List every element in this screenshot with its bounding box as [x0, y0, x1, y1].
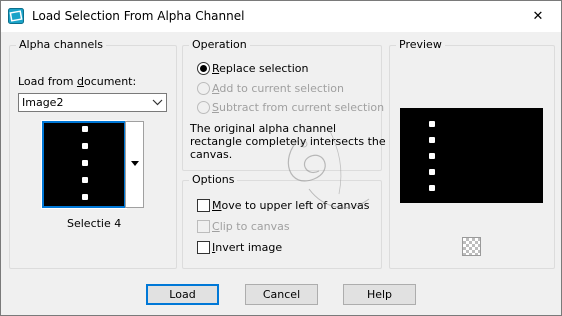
- thumbnail-dot: [82, 126, 88, 132]
- thumbnail-dropdown-button[interactable]: [125, 121, 144, 208]
- preview-dot: [429, 185, 435, 191]
- replace-selection-radio[interactable]: [197, 62, 210, 75]
- document-select[interactable]: Image2: [18, 93, 167, 112]
- subtract-selection-label[interactable]: Subtract from current selection: [212, 101, 384, 114]
- title-bar: Load Selection From Alpha Channel ✕: [1, 1, 561, 32]
- invert-image-label[interactable]: Invert image: [212, 241, 282, 254]
- subtract-selection-radio[interactable]: [197, 101, 210, 114]
- watermark-decoration: [287, 128, 370, 209]
- preview-label: Preview: [396, 38, 445, 51]
- channel-name: Selectie 4: [67, 217, 122, 230]
- operation-info-line-3: canvas.: [190, 148, 233, 161]
- document-select-value: Image2: [22, 96, 64, 109]
- dialog-window: Load Selection From Alpha Channel ✕ Alph…: [0, 0, 562, 316]
- thumbnail-dot: [82, 160, 88, 166]
- replace-selection-label[interactable]: Replace selection: [212, 62, 308, 75]
- load-button-label: Load: [169, 288, 196, 301]
- radio-selected-dot: [200, 65, 207, 72]
- help-button[interactable]: Help: [343, 284, 416, 305]
- options-label: Options: [189, 173, 238, 186]
- preview-dot: [429, 137, 435, 143]
- alpha-channel-thumbnail[interactable]: [41, 120, 127, 209]
- close-button[interactable]: ✕: [515, 1, 561, 32]
- checkerboard-icon[interactable]: [462, 237, 481, 256]
- thumbnail-dot: [82, 143, 88, 149]
- help-button-label: Help: [366, 288, 393, 301]
- cancel-button-label: Cancel: [262, 288, 301, 301]
- preview-canvas: [400, 108, 543, 203]
- preview-dot: [429, 169, 435, 175]
- load-from-document-label: Load from document:: [18, 75, 137, 88]
- app-icon: [8, 8, 24, 24]
- move-to-upper-left-checkbox[interactable]: [197, 199, 210, 212]
- thumbnail-dot: [82, 177, 88, 183]
- close-icon: ✕: [532, 9, 544, 24]
- operation-label: Operation: [189, 38, 250, 51]
- add-to-selection-radio[interactable]: [197, 82, 210, 95]
- preview-dot: [429, 153, 435, 159]
- invert-image-checkbox[interactable]: [197, 241, 210, 254]
- chevron-down-icon: [152, 99, 163, 106]
- cancel-button[interactable]: Cancel: [245, 284, 318, 305]
- thumbnail-dot: [82, 194, 88, 200]
- window-title: Load Selection From Alpha Channel: [32, 9, 245, 23]
- triangle-down-icon: [131, 161, 139, 166]
- alpha-channels-label: Alpha channels: [16, 38, 107, 51]
- clip-to-canvas-checkbox[interactable]: [197, 220, 210, 233]
- preview-dot: [429, 121, 435, 127]
- add-to-selection-label[interactable]: Add to current selection: [212, 82, 344, 95]
- load-button[interactable]: Load: [146, 284, 219, 305]
